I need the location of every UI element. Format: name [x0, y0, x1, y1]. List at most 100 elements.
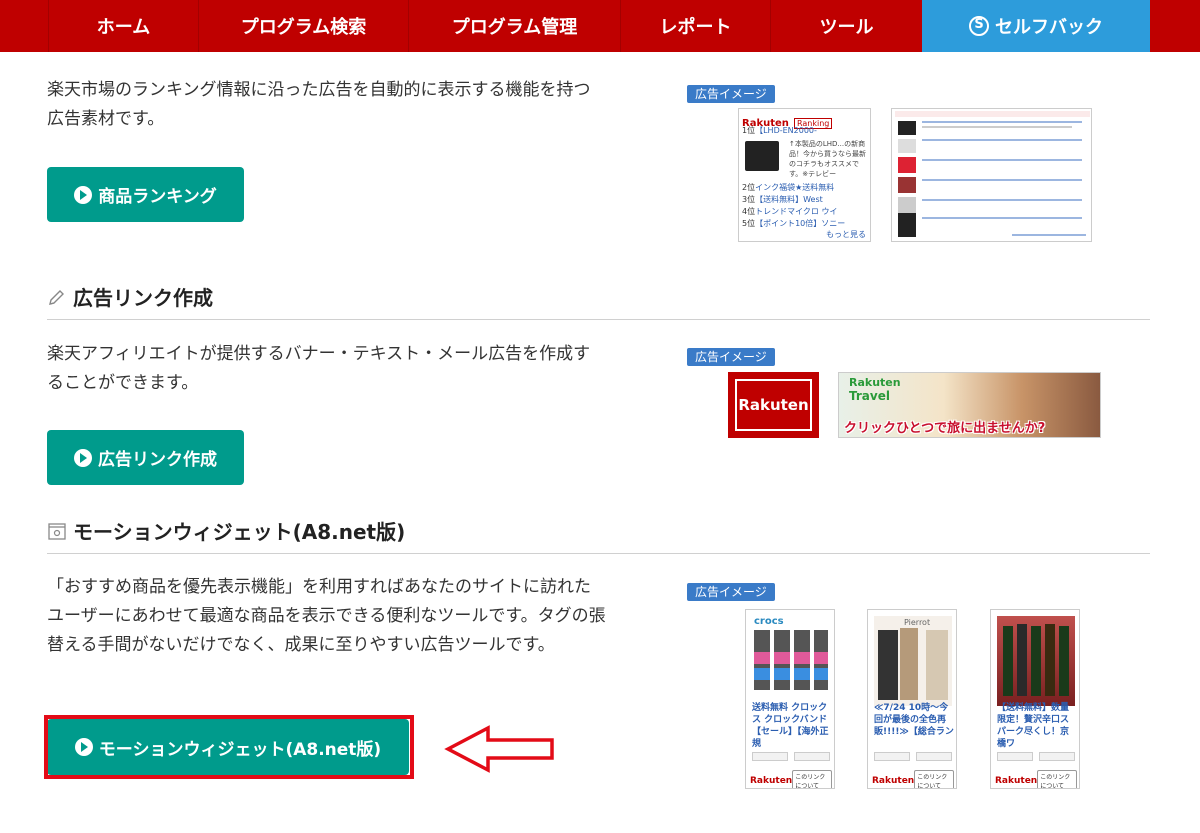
rakuten-banner-sample: Rakuten	[728, 372, 819, 438]
motion-widget-description: 「おすすめ商品を優先表示機能」を利用すればあなたのサイトに訪れたユーザーにあわせ…	[47, 577, 606, 655]
product-ranking-button-label: 商品ランキング	[98, 187, 217, 207]
list-line	[922, 179, 1082, 181]
shoes-row	[754, 668, 828, 680]
widget-pager	[997, 752, 1075, 762]
link-creation-button-label: 広告リンク作成	[98, 450, 217, 470]
list-line	[922, 199, 1082, 201]
widget-caption-link[interactable]: 【送料無料】数量限定！贅沢辛口スパーク尽くし！京橋ワ	[997, 702, 1077, 750]
motion-widget-heading-text: モーションウィジェット(A8.net版)	[73, 520, 406, 544]
prev-button[interactable]	[752, 752, 788, 761]
more-link[interactable]: もっと見る	[826, 229, 866, 241]
widget-window-icon	[47, 521, 67, 541]
arrow-right-icon	[74, 448, 92, 467]
motion-widget-sample-2: Pierrot ≪7/24 10時～今回が最後の全色再販!!!!≫【総合ラン R…	[867, 609, 957, 789]
top-navigation: ホーム プログラム検索 プログラム管理 レポート ツール セルフバック	[0, 0, 1200, 52]
bottle	[1059, 626, 1069, 696]
highlight-frame	[44, 715, 414, 779]
link-creation-heading-text: 広告リンク作成	[73, 286, 213, 310]
bottle	[1003, 626, 1013, 696]
product-thumb	[898, 121, 916, 135]
rank-5: 5位	[742, 219, 756, 228]
motion-widget-sample-3: 【送料無料】数量限定！贅沢辛口スパーク尽くし！京橋ワ Rakuten このリンクに…	[990, 609, 1080, 789]
model-figure	[878, 630, 898, 700]
ranking-sample-widget: Rakuten Ranking 1位【LHD-EN2000- ↑本製品のLHD.…	[738, 108, 871, 242]
rakuten-logo: Rakuten	[995, 776, 1038, 786]
motion-widget-sample-1: crocs 送料無料 クロックス クロックバンド【セール】【海外正規 Rakut…	[745, 609, 835, 789]
wine-product-image	[997, 616, 1075, 706]
product-thumb	[898, 177, 916, 193]
rank-3-link[interactable]: 【送料無料】West	[755, 195, 823, 204]
motion-widget-heading: モーションウィジェット(A8.net版)	[47, 516, 405, 545]
crocs-logo: crocs	[754, 616, 784, 627]
list-line	[922, 121, 1082, 123]
pierrot-product-image: Pierrot	[874, 616, 952, 706]
rank-5-link[interactable]: 【ポイント10倍】ソニー	[755, 219, 845, 228]
about-link[interactable]: このリンクについて	[792, 770, 832, 788]
rakuten-travel-banner-sample: Rakuten Travel クリックひとつで旅に出ませんか?	[838, 372, 1101, 438]
link-creation-heading: 広告リンク作成	[47, 282, 213, 311]
bottle	[1045, 624, 1055, 696]
nav-tools[interactable]: ツール	[770, 0, 922, 52]
rank-1-link[interactable]: 【LHD-EN2000-	[755, 126, 817, 135]
about-link[interactable]: このリンクについて	[1037, 770, 1077, 788]
product-thumb	[898, 139, 916, 153]
widget-pager	[874, 752, 952, 762]
pencil-icon	[47, 287, 67, 307]
crocs-product-image: crocs	[752, 616, 830, 706]
rank-4: 4位	[742, 207, 756, 216]
product-thumb	[898, 157, 916, 173]
next-button[interactable]	[916, 752, 952, 761]
product-ranking-button[interactable]: 商品ランキング	[47, 167, 244, 222]
ranking-list-sample	[891, 108, 1092, 242]
rank-2-link[interactable]: インク福袋★送料無料	[755, 183, 834, 192]
next-button[interactable]	[794, 752, 830, 761]
widget-caption-link[interactable]: ≪7/24 10時～今回が最後の全色再販!!!!≫【総合ラン	[874, 702, 954, 738]
about-link[interactable]: このリンクについて	[914, 770, 954, 788]
model-figure	[900, 628, 918, 700]
widget-caption-link[interactable]: 送料無料 クロックス クロックバンド【セール】【海外正規	[752, 702, 832, 750]
ad-image-badge: 広告イメージ	[687, 85, 775, 103]
prev-button[interactable]	[997, 752, 1033, 761]
rank-1: 1位	[742, 126, 756, 135]
nav-program-search[interactable]: プログラム検索	[198, 0, 408, 52]
list-line	[922, 126, 1072, 128]
travel-logo-line2: Travel	[849, 389, 890, 403]
nav-selfback-label: セルフバック	[995, 17, 1103, 38]
rakuten-banner-logo: Rakuten	[738, 396, 809, 414]
product-thumb	[898, 197, 916, 213]
bottle	[1017, 624, 1027, 696]
travel-banner-text: クリックひとつで旅に出ませんか?	[844, 421, 1046, 436]
divider	[47, 553, 1150, 554]
list-line	[922, 159, 1082, 161]
pointing-arrow-icon	[444, 725, 554, 773]
nav-report[interactable]: レポート	[620, 0, 770, 52]
nav-home[interactable]: ホーム	[48, 0, 198, 52]
divider	[47, 319, 1150, 320]
hdd-product-image	[745, 141, 779, 171]
prev-button[interactable]	[874, 752, 910, 761]
rakuten-logo: Rakuten	[750, 776, 793, 786]
product-thumb	[898, 213, 916, 237]
widget-pager	[752, 752, 830, 762]
next-button[interactable]	[1039, 752, 1075, 761]
model-figure	[926, 630, 948, 700]
link-creation-description: 楽天アフィリエイトが提供するバナー・テキスト・メール広告を作成することができます…	[47, 344, 591, 393]
nav-program-management[interactable]: プログラム管理	[408, 0, 620, 52]
selfback-icon	[969, 16, 989, 36]
link-creation-button[interactable]: 広告リンク作成	[47, 430, 244, 485]
pierrot-logo: Pierrot	[904, 618, 931, 627]
bottle	[1031, 626, 1041, 696]
rank-2: 2位	[742, 183, 756, 192]
rank-4-link[interactable]: トレンドマイクロ ウイ	[755, 207, 837, 216]
travel-logo-line1: Rakuten	[849, 376, 901, 389]
shoes-row	[754, 652, 828, 664]
rank-3: 3位	[742, 195, 756, 204]
list-line	[1012, 234, 1086, 236]
ad-image-badge: 広告イメージ	[687, 583, 775, 601]
list-line	[922, 217, 1082, 219]
ranking-description: 楽天市場のランキング情報に沿った広告を自動的に表示する機能を持つ広告素材です。	[47, 80, 591, 129]
nav-selfback[interactable]: セルフバック	[922, 0, 1150, 52]
ad-image-badge: 広告イメージ	[687, 348, 775, 366]
list-line	[922, 139, 1082, 141]
rank-1-blurb: ↑本製品のLHD...の新商品！今から買うなら最新のコチラもオススメです。※テレ…	[789, 140, 866, 178]
